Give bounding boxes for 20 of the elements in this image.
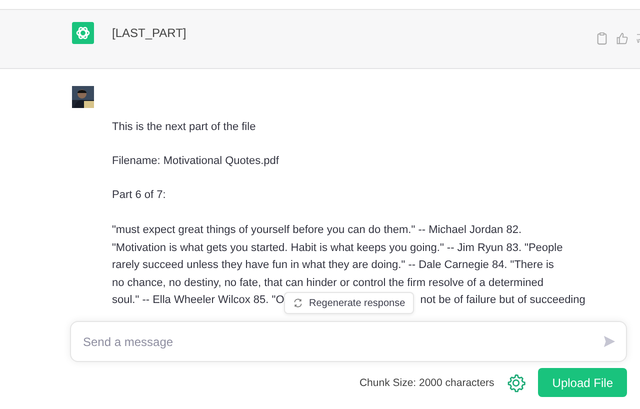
send-icon[interactable] (603, 335, 616, 348)
copy-icon[interactable] (596, 32, 608, 45)
chunk-size-label: Chunk Size: 2000 characters (359, 376, 494, 388)
message-text: no chance, no destiny, no fate, that can hinder or control the firm resolve of a determined (112, 276, 544, 290)
message-text: "must expect great things of yourself before you can do them." -- Michael Jordan 82. (112, 223, 522, 238)
message-text: Filename: Motivational Quotes.pdf (112, 154, 280, 168)
message-text: not be of failure but of succeeding (420, 293, 586, 308)
message-field[interactable]: Send a message (70, 321, 627, 362)
message-text: soul." -- Ella Wheeler Wilcox 85. "O (112, 293, 284, 308)
thumbs-up-icon[interactable] (616, 32, 628, 45)
message-text: [LAST_PART] (112, 26, 186, 40)
regenerate-button[interactable]: Regenerate response (284, 292, 414, 314)
message-text: "Motivation is what gets you started. Habit is what keeps you going." -- Jim Ryun 83. "People (112, 240, 563, 256)
settings-icon[interactable] (506, 372, 526, 392)
message-input[interactable]: Send a message (81, 334, 603, 350)
refresh-icon (293, 298, 303, 308)
message-text: rarely succeed unless they have fun in what they are doing." -- Dale Carnegie 84. "There is (112, 258, 554, 273)
logo-icon (72, 22, 94, 44)
message-text: Part 6 of 7: (112, 188, 167, 202)
message-text: This is the next part of the file (112, 120, 257, 134)
